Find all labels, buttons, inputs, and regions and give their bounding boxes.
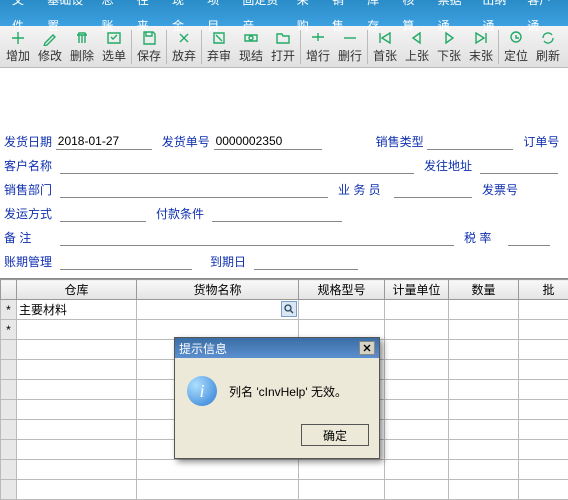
ok-button[interactable]: 确定 [301, 424, 369, 446]
info-icon: i [187, 376, 217, 406]
dialog-titlebar: 提示信息 [175, 338, 379, 358]
dialog-title-text: 提示信息 [179, 340, 227, 357]
dialog-message: 列名 'cInvHelp' 无效。 [229, 383, 347, 400]
info-dialog: 提示信息 i 列名 'cInvHelp' 无效。 确定 [174, 337, 380, 459]
dialog-backdrop: 提示信息 i 列名 'cInvHelp' 无效。 确定 [0, 0, 568, 500]
dialog-close-button[interactable] [359, 341, 375, 355]
close-icon [363, 344, 371, 352]
